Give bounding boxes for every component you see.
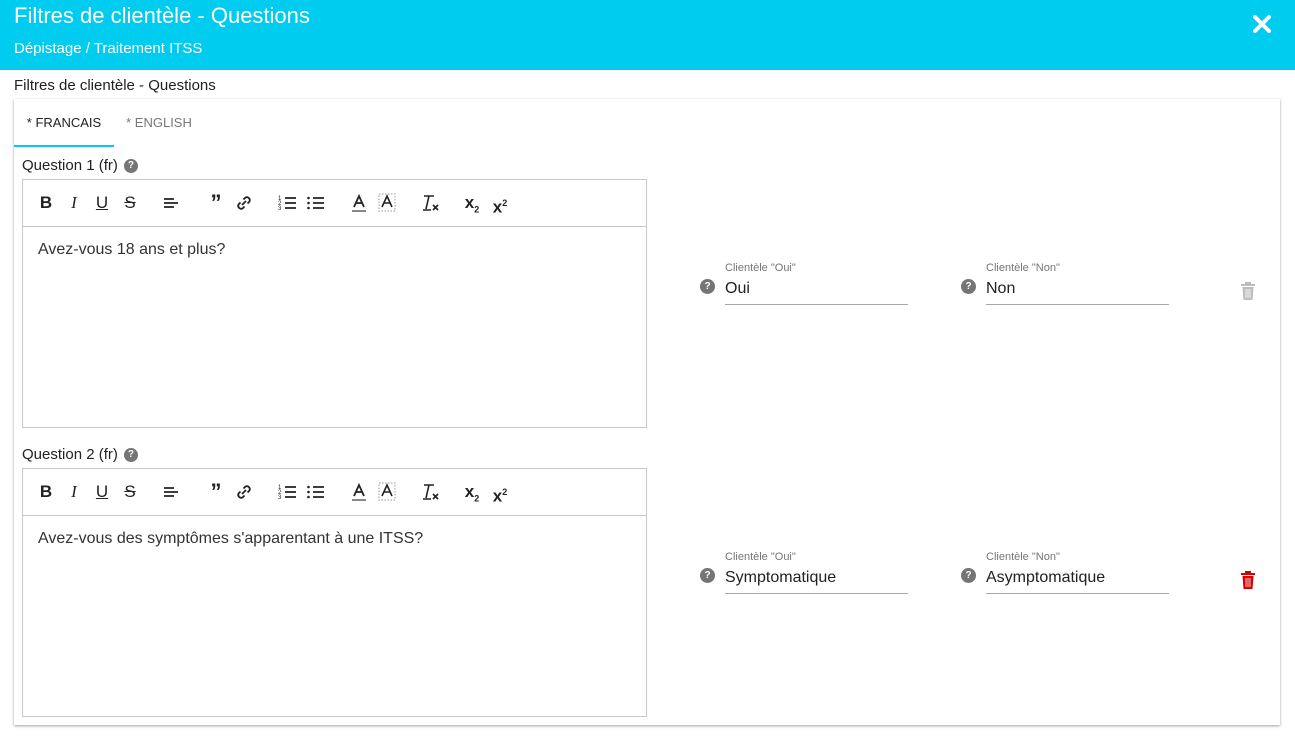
text-color-icon[interactable] xyxy=(348,192,370,214)
background-color-icon[interactable] xyxy=(376,481,398,503)
tab-english[interactable]: * ENGLISH xyxy=(114,99,204,147)
questions-card: * FRANCAIS * ENGLISH Question 1 (fr) ? B… xyxy=(14,99,1280,725)
strikethrough-icon[interactable]: S xyxy=(119,481,141,503)
help-icon[interactable]: ? xyxy=(123,448,138,462)
dialog-header: Filtres de clientèle - Questions Dépista… xyxy=(0,0,1295,70)
dialog-title: Filtres de clientèle - Questions xyxy=(14,3,310,28)
question-2-no-field: Clientèle "Non" xyxy=(986,550,1169,594)
question-2-text[interactable]: Avez-vous des symptômes s'apparentant à … xyxy=(38,529,423,549)
question-2-label: Question 2 (fr) ? xyxy=(22,446,138,464)
quote-icon[interactable]: ” xyxy=(205,481,227,503)
help-icon[interactable]: ? xyxy=(700,279,715,294)
trash-icon[interactable] xyxy=(1240,571,1256,589)
help-icon[interactable]: ? xyxy=(961,279,976,294)
question-1-label-text: Question 1 (fr) xyxy=(22,157,118,174)
clear-format-icon[interactable] xyxy=(419,481,441,503)
question-1-yes-input[interactable] xyxy=(725,277,908,301)
bullet-list-icon[interactable] xyxy=(305,481,327,503)
question-2-no-input[interactable] xyxy=(986,566,1169,590)
link-icon[interactable] xyxy=(233,481,255,503)
editor-toolbar: B I U S ” 123 x2 x2 xyxy=(23,469,646,516)
no-field-label: Clientèle "Non" xyxy=(986,262,1060,274)
strikethrough-icon[interactable]: S xyxy=(119,192,141,214)
no-field-label: Clientèle "Non" xyxy=(986,551,1060,563)
help-icon[interactable]: ? xyxy=(123,159,138,173)
svg-text:3: 3 xyxy=(278,206,282,212)
subscript-icon[interactable]: x2 xyxy=(461,481,483,503)
help-icon[interactable]: ? xyxy=(961,568,976,583)
question-1-no-field: Clientèle "Non" xyxy=(986,261,1169,305)
text-color-icon[interactable] xyxy=(348,481,370,503)
ordered-list-icon[interactable]: 123 xyxy=(277,192,299,214)
tab-francais[interactable]: * FRANCAIS xyxy=(14,99,114,147)
superscript-icon[interactable]: x2 xyxy=(489,192,511,217)
section-label: Filtres de clientèle - Questions xyxy=(14,77,216,94)
question-1-yes-field: Clientèle "Oui" xyxy=(725,261,908,305)
yes-field-label: Clientèle "Oui" xyxy=(725,551,796,563)
svg-text:3: 3 xyxy=(278,495,282,501)
close-icon[interactable] xyxy=(1248,10,1276,38)
link-icon[interactable] xyxy=(233,192,255,214)
quote-icon[interactable]: ” xyxy=(205,192,227,214)
italic-icon[interactable]: I xyxy=(63,481,85,503)
align-icon[interactable] xyxy=(160,192,182,214)
question-2-editor: B I U S ” 123 x2 x2 Avez-vous des symptô… xyxy=(22,468,647,717)
bullet-list-icon[interactable] xyxy=(305,192,327,214)
question-1-no-input[interactable] xyxy=(986,277,1169,301)
subscript-icon[interactable]: x2 xyxy=(461,192,483,214)
ordered-list-icon[interactable]: 123 xyxy=(277,481,299,503)
superscript-icon[interactable]: x2 xyxy=(489,481,511,506)
dialog-subtitle: Dépistage / Traitement ITSS xyxy=(14,40,203,57)
question-2-label-text: Question 2 (fr) xyxy=(22,446,118,463)
yes-field-label: Clientèle "Oui" xyxy=(725,262,796,274)
question-1-editor: B I U S ” 123 x2 x2 Avez-vous 18 ans et … xyxy=(22,179,647,428)
italic-icon[interactable]: I xyxy=(63,192,85,214)
trash-icon xyxy=(1240,282,1256,300)
clear-format-icon[interactable] xyxy=(419,192,441,214)
editor-toolbar: B I U S ” 123 x2 x2 xyxy=(23,180,646,227)
question-2-yes-field: Clientèle "Oui" xyxy=(725,550,908,594)
underline-icon[interactable]: U xyxy=(91,192,113,214)
question-1-text[interactable]: Avez-vous 18 ans et plus? xyxy=(38,240,225,260)
bold-icon[interactable]: B xyxy=(35,192,57,214)
underline-icon[interactable]: U xyxy=(91,481,113,503)
bold-icon[interactable]: B xyxy=(35,481,57,503)
background-color-icon[interactable] xyxy=(376,192,398,214)
align-icon[interactable] xyxy=(160,481,182,503)
question-2-yes-input[interactable] xyxy=(725,566,908,590)
help-icon[interactable]: ? xyxy=(700,568,715,583)
question-1-label: Question 1 (fr) ? xyxy=(22,157,138,175)
